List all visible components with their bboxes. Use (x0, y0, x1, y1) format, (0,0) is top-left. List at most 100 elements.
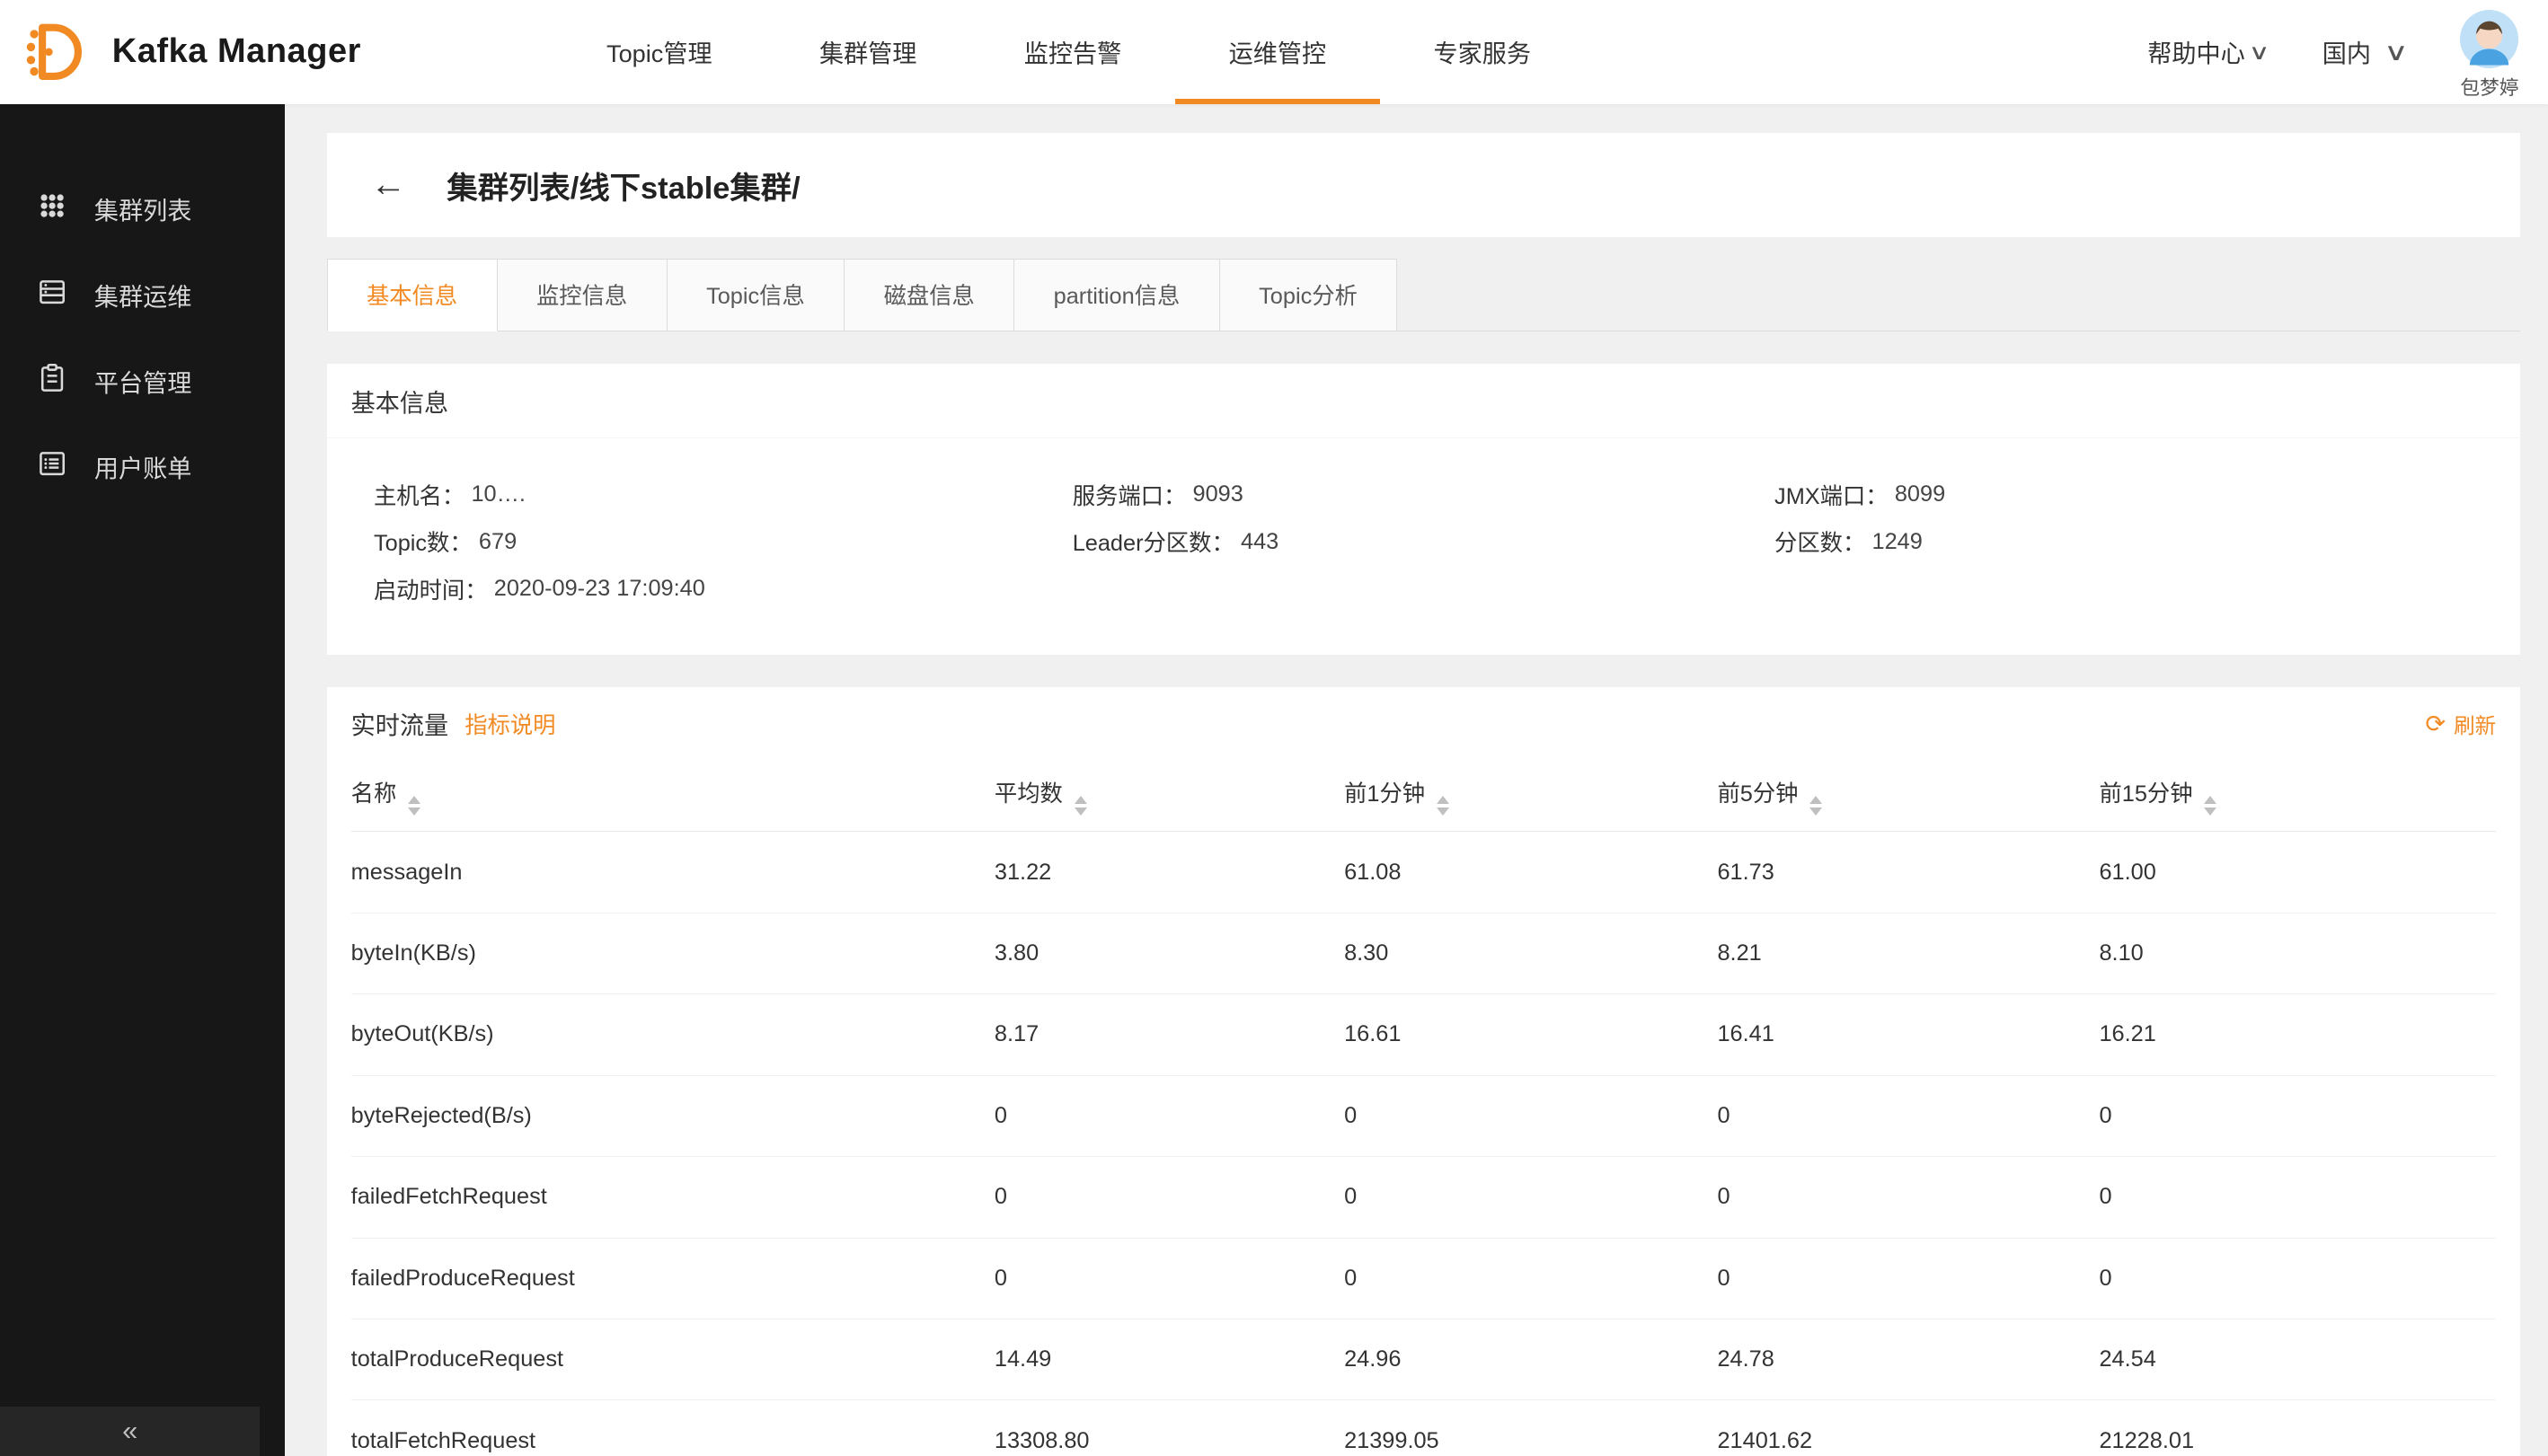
metric-value-cell: 8.30 (1344, 913, 1717, 993)
metric-value-cell: 21399.05 (1344, 1400, 1717, 1456)
metric-name-cell: byteRejected(B/s) (351, 1075, 995, 1156)
metric-value-cell: 0 (995, 1157, 1344, 1238)
sidebar-item-cluster-list[interactable]: 集群列表 (0, 165, 285, 251)
tab-partition-info[interactable]: partition信息 (1014, 259, 1220, 331)
table-row: byteRejected(B/s)0000 (351, 1075, 2497, 1156)
region-select[interactable]: 国内 ∨ (2322, 34, 2405, 69)
tab-monitor-info[interactable]: 监控信息 (498, 259, 668, 331)
basic-info-card: 基本信息 主机名： 10…. 服务端口： 9093 JMX端口： 8099 To… (327, 364, 2521, 655)
top-header: Kafka Manager Topic管理 集群管理 监控告警 运维管控 专家服… (0, 0, 2548, 104)
tab-basic-info[interactable]: 基本信息 (327, 259, 498, 331)
metric-value-cell: 0 (1717, 1238, 2099, 1319)
info-field-label: 启动时间： (374, 573, 488, 605)
col-header-15min[interactable]: 前15分钟 (2099, 760, 2496, 832)
info-field: 主机名： 10…. (374, 471, 1073, 517)
metric-value-cell: 0 (995, 1238, 1344, 1319)
metric-value-cell: 8.10 (2099, 913, 2496, 993)
top-nav: Topic管理 集群管理 监控告警 运维管控 专家服务 (553, 0, 1584, 104)
app-logo-icon[interactable] (16, 14, 91, 89)
main-content: ← 集群列表/线下stable集群/ 基本信息 监控信息 Topic信息 磁盘信… (285, 104, 2548, 1456)
metric-value-cell: 61.08 (1344, 832, 1717, 913)
basic-info-fields: 主机名： 10…. 服务端口： 9093 JMX端口： 8099 Topic数：… (327, 438, 2521, 655)
metric-value-cell: 14.49 (995, 1319, 1344, 1399)
tab-label: partition信息 (1054, 278, 1181, 311)
sort-icon[interactable] (1809, 796, 1822, 816)
metric-value-cell: 0 (1717, 1075, 2099, 1156)
user-menu[interactable]: 包梦婷 (2460, 6, 2518, 98)
metric-value-cell: 8.17 (995, 994, 1344, 1075)
metrics-tbody: messageIn31.2261.0861.7361.00byteIn(KB/s… (351, 832, 2497, 1456)
metric-value-cell: 31.22 (995, 832, 1344, 913)
sidebar-collapse-button[interactable]: « (0, 1407, 260, 1455)
info-field-value: 443 (1241, 529, 1278, 555)
realtime-title: 实时流量 (351, 706, 449, 741)
info-field: 服务端口： 9093 (1073, 471, 1774, 517)
sidebar-item-cluster-ops[interactable]: 集群运维 (0, 251, 285, 338)
metric-value-cell: 0 (1344, 1157, 1717, 1238)
metric-doc-link[interactable]: 指标说明 (464, 708, 555, 740)
table-row: byteOut(KB/s)8.1716.6116.4116.21 (351, 994, 2497, 1075)
sort-icon[interactable] (1437, 796, 1449, 816)
metric-value-cell: 24.96 (1344, 1319, 1717, 1399)
breadcrumb: 集群列表/线下stable集群/ (447, 163, 800, 207)
refresh-button[interactable]: ⟳ 刷新 (2425, 709, 2496, 739)
tab-disk-info[interactable]: 磁盘信息 (845, 259, 1014, 331)
metric-name-cell: messageIn (351, 832, 995, 913)
tab-topic-analysis[interactable]: Topic分析 (1220, 259, 1398, 331)
region-label: 国内 (2322, 34, 2371, 69)
clipboard-icon (36, 362, 68, 401)
metric-name-cell: failedFetchRequest (351, 1157, 995, 1238)
back-arrow-icon[interactable]: ← (370, 167, 406, 203)
avatar[interactable] (2460, 10, 2518, 74)
nav-item-ops-control[interactable]: 运维管控 (1175, 0, 1380, 104)
sidebar: 集群列表 集群运维 平台管理 (0, 104, 285, 1456)
refresh-icon: ⟳ (2425, 711, 2446, 736)
metric-value-cell: 21401.62 (1717, 1400, 2099, 1456)
collapse-icon: « (122, 1415, 137, 1447)
chevron-down-icon: ∨ (2249, 40, 2270, 65)
sort-icon[interactable] (2204, 796, 2216, 816)
info-field-label: Leader分区数： (1073, 525, 1234, 558)
sort-icon[interactable] (408, 796, 420, 816)
metric-value-cell: 16.41 (1717, 994, 2099, 1075)
info-field-label: JMX端口： (1774, 479, 1889, 511)
col-header-name[interactable]: 名称 (351, 760, 995, 832)
nav-item-cluster-manage[interactable]: 集群管理 (765, 0, 970, 104)
info-field-value: 679 (479, 529, 517, 555)
info-field-value: 10…. (471, 481, 526, 507)
info-field-label: 主机名： (374, 479, 464, 511)
metric-value-cell: 13308.80 (995, 1400, 1344, 1456)
help-center-label: 帮助中心 (2147, 34, 2245, 69)
basic-info-card-title: 基本信息 (327, 364, 2521, 438)
cluster-grid-icon (36, 190, 68, 228)
info-field-label: 分区数： (1774, 525, 1865, 558)
metric-value-cell: 21228.01 (2099, 1400, 2496, 1456)
help-center-menu[interactable]: 帮助中心 ∨ (2147, 34, 2267, 69)
sidebar-item-label: 集群列表 (94, 191, 192, 226)
metric-value-cell: 61.73 (1717, 832, 2099, 913)
col-header-5min[interactable]: 前5分钟 (1717, 760, 2099, 832)
info-field-value: 9093 (1193, 481, 1243, 507)
table-row: totalProduceRequest14.4924.9624.7824.54 (351, 1319, 2497, 1399)
sort-icon[interactable] (1075, 796, 1087, 816)
tabs-bar: 基本信息 监控信息 Topic信息 磁盘信息 partition信息 Topic… (327, 259, 2521, 331)
table-row: failedFetchRequest0000 (351, 1157, 2497, 1238)
nav-item-expert-service[interactable]: 专家服务 (1380, 0, 1585, 104)
nav-item-monitor-alarm[interactable]: 监控告警 (970, 0, 1175, 104)
sidebar-item-platform-manage[interactable]: 平台管理 (0, 338, 285, 424)
sidebar-item-label: 集群运维 (94, 278, 192, 313)
info-field-value: 2020-09-23 17:09:40 (494, 576, 705, 602)
info-field: 启动时间： 2020-09-23 17:09:40 (374, 565, 1073, 612)
server-panel-icon (36, 276, 68, 314)
sidebar-item-label: 平台管理 (94, 364, 192, 399)
metric-value-cell: 61.00 (2099, 832, 2496, 913)
metric-value-cell: 0 (2099, 1238, 2496, 1319)
info-field-value: 8099 (1895, 481, 1945, 507)
sidebar-item-user-bill[interactable]: 用户账单 (0, 424, 285, 510)
tab-topic-info[interactable]: Topic信息 (668, 259, 845, 331)
realtime-head: 实时流量 指标说明 ⟳ 刷新 (327, 687, 2521, 760)
nav-item-topic-manage[interactable]: Topic管理 (553, 0, 765, 104)
col-header-1min[interactable]: 前1分钟 (1344, 760, 1717, 832)
metric-value-cell: 24.54 (2099, 1319, 2496, 1399)
col-header-avg[interactable]: 平均数 (995, 760, 1344, 832)
